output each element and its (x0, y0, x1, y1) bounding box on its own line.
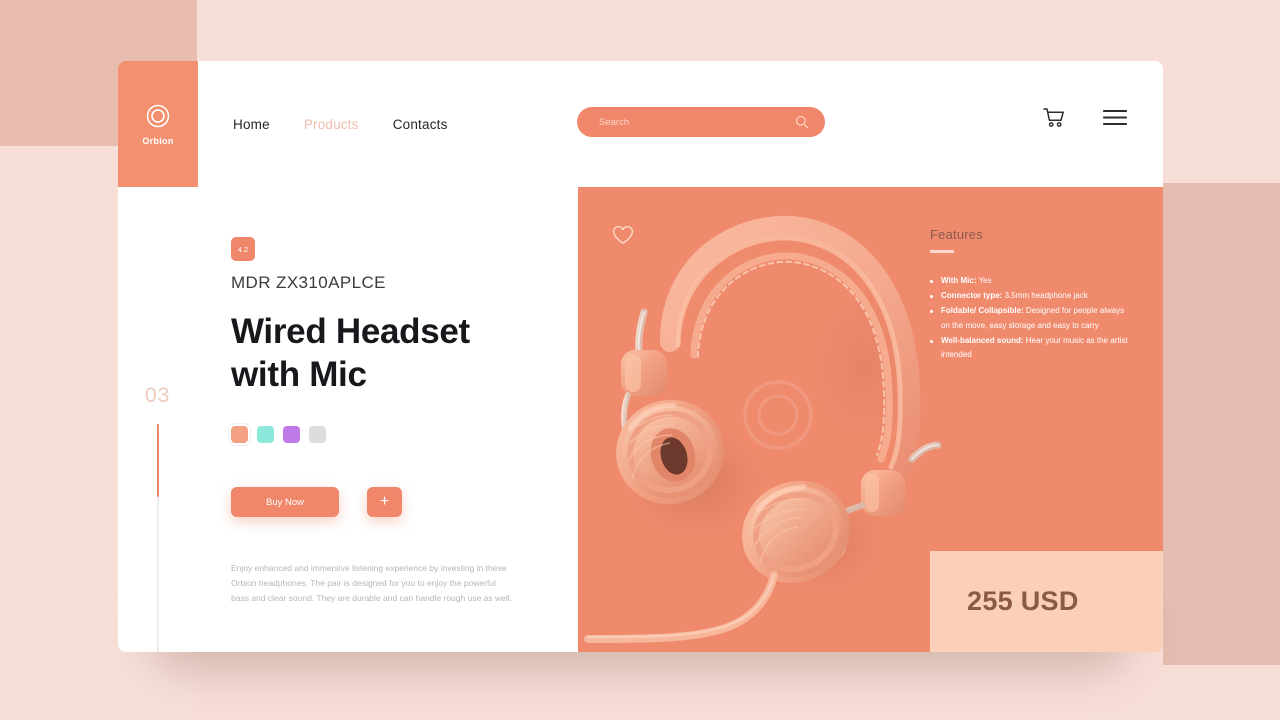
search-container (577, 107, 825, 137)
feature-label: Foldable/ Collapsible: (941, 306, 1024, 316)
feature-text: Yes (976, 275, 992, 285)
background-block-right (1163, 183, 1280, 665)
feature-label: Well-balanced sound: (941, 336, 1024, 346)
shopping-cart-icon[interactable] (1043, 107, 1065, 128)
slide-index: 03 (145, 384, 171, 407)
rating-badge: 4.2 (231, 237, 255, 261)
product-model-code: MDR ZX310APLCE (231, 273, 386, 292)
headphones-product-image (584, 216, 942, 643)
color-swatch-peach[interactable] (229, 424, 250, 446)
search-input[interactable] (577, 107, 825, 137)
product-page-card: Orbion Home Products Contacts Search 03 … (118, 61, 1163, 652)
header-actions (1043, 107, 1127, 128)
nav-item-home[interactable]: Home (233, 117, 270, 132)
color-swatch-gray[interactable] (309, 426, 326, 444)
feature-text: 3.5mm headphone jack (1002, 290, 1088, 300)
search-icon[interactable] (795, 115, 809, 129)
color-swatch-mint[interactable] (257, 426, 274, 444)
slider-progress-track[interactable] (157, 424, 159, 652)
feature-item: With Mic: Yes (930, 274, 1130, 288)
product-description: Enjoy enhanced and immersive listening e… (231, 563, 513, 603)
product-title: Wired Headset with Mic (231, 312, 470, 395)
cta-row: Buy Now + (231, 487, 578, 518)
features-title: Features (930, 227, 983, 242)
add-to-cart-button[interactable]: + (367, 487, 402, 518)
features-panel: Features With Mic: Yes Connector type: 3… (930, 227, 1130, 364)
slider-progress-fill (157, 424, 159, 497)
features-list: With Mic: Yes Connector type: 3.5mm head… (930, 274, 1130, 363)
nav-item-contacts[interactable]: Contacts (393, 117, 448, 132)
main-navigation: Home Products Contacts (233, 61, 448, 187)
hamburger-menu-icon[interactable] (1103, 109, 1127, 126)
buy-now-button[interactable]: Buy Now (231, 487, 339, 518)
page-body: 03 4.2 MDR ZX310APLCE Wired Headset with… (118, 187, 1163, 652)
product-details: 4.2 MDR ZX310APLCE Wired Headset with Mi… (118, 237, 578, 606)
product-info-pane: 03 4.2 MDR ZX310APLCE Wired Headset with… (118, 187, 578, 652)
feature-item: Foldable/ Collapsible: Designed for peop… (930, 304, 1130, 333)
brand-name: Orbion (142, 135, 174, 146)
nav-item-products[interactable]: Products (304, 117, 359, 132)
ring-logo-icon (146, 104, 170, 127)
product-image-pane: Features With Mic: Yes Connector type: 3… (578, 187, 1163, 652)
brand-logo[interactable]: Orbion (118, 61, 198, 187)
price-value: 255 USD (967, 586, 1079, 616)
feature-label: With Mic: (941, 275, 977, 285)
site-header: Orbion Home Products Contacts (118, 61, 1163, 187)
feature-item: Well-balanced sound: Hear your music as … (930, 334, 1130, 363)
features-underline (930, 250, 954, 253)
color-swatch-purple[interactable] (283, 426, 300, 444)
feature-item: Connector type: 3.5mm headphone jack (930, 289, 1130, 303)
feature-label: Connector type: (941, 290, 1003, 300)
price-block: 255 USD (930, 551, 1163, 652)
color-swatch-group (229, 424, 578, 446)
